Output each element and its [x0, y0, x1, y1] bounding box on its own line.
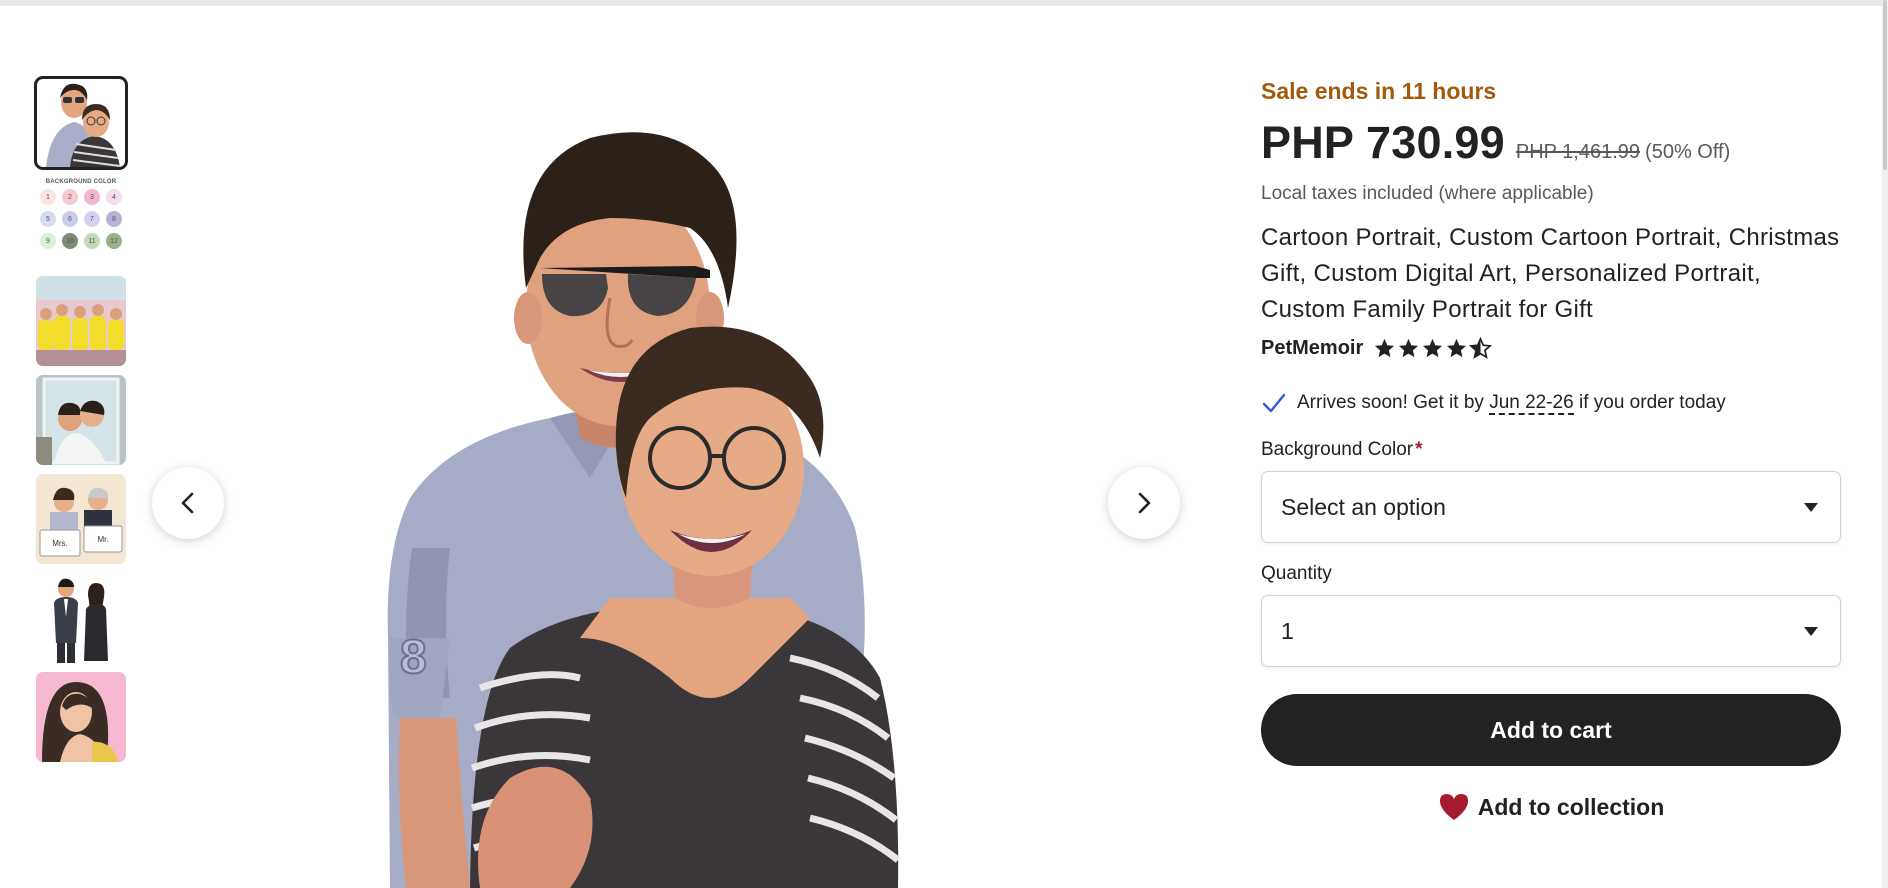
- caret-down-icon: [1804, 626, 1818, 636]
- svg-text:8: 8: [400, 631, 427, 684]
- thumb-pink-portrait[interactable]: [36, 672, 126, 762]
- star-icon: [1447, 338, 1467, 358]
- thumb-couple-portrait[interactable]: [34, 76, 128, 170]
- current-price: PHP 730.99: [1261, 117, 1505, 168]
- background-color-label: Background Color *: [1261, 439, 1841, 461]
- color-dot: 4: [106, 189, 122, 205]
- quantity-select[interactable]: 1: [1261, 595, 1841, 667]
- chevron-right-icon: [1138, 492, 1151, 514]
- heart-icon: [1439, 794, 1468, 820]
- star-icon: [1423, 338, 1443, 358]
- delivery-date-link[interactable]: Jun 22-26: [1489, 392, 1574, 415]
- background-label-text: Background Color: [1261, 439, 1414, 460]
- page-scrollbar[interactable]: [1882, 0, 1888, 888]
- background-color-title: BACKGROUND COLOR: [45, 179, 117, 185]
- top-border: [0, 0, 1888, 6]
- previous-image-button[interactable]: [152, 467, 224, 539]
- color-dot: 1: [40, 189, 56, 205]
- caret-down-icon: [1804, 502, 1818, 512]
- star-icon: [1375, 338, 1395, 358]
- delivery-prefix: Arrives soon! Get it by: [1297, 392, 1490, 413]
- svg-text:Mrs.: Mrs.: [52, 539, 68, 548]
- delivery-suffix: if you order today: [1573, 392, 1726, 413]
- checkmark-icon: [1262, 393, 1286, 413]
- color-dot: 2: [62, 189, 78, 205]
- shop-name-link[interactable]: PetMemoir: [1261, 337, 1363, 360]
- color-dot: 11: [84, 233, 100, 249]
- delivery-estimate: Arrives soon! Get it by Jun 22-26 if you…: [1261, 390, 1841, 416]
- color-dot-grid: 1 2 3 4 5 6 7 8 9 10 11 12: [40, 189, 122, 249]
- next-image-button[interactable]: [1108, 467, 1180, 539]
- thumb-group-yellow-shirts[interactable]: [36, 276, 126, 366]
- add-to-collection-label: Add to collection: [1477, 793, 1665, 820]
- color-dot: 5: [40, 211, 56, 227]
- color-dot: 3: [84, 189, 100, 205]
- sale-countdown: Sale ends in 11 hours: [1261, 78, 1497, 104]
- discount-label: (50% Off): [1645, 141, 1731, 163]
- color-dot: 6: [62, 211, 78, 227]
- color-dot: 8: [106, 211, 122, 227]
- add-to-collection-button[interactable]: Add to collection: [1261, 782, 1841, 832]
- scrollbar-thumb[interactable]: [1883, 0, 1887, 170]
- half-star-icon: [1469, 337, 1493, 359]
- color-dot: 12: [106, 233, 122, 249]
- star-icon: [1399, 338, 1419, 358]
- delivery-text: Arrives soon! Get it by Jun 22-26 if you…: [1297, 392, 1726, 415]
- add-to-cart-button[interactable]: Add to cart: [1261, 694, 1841, 766]
- price-row: PHP 730.99 PHP 1,461.99 (50% Off): [1261, 117, 1841, 169]
- color-dot: 7: [84, 211, 100, 227]
- star-rating[interactable]: [1373, 337, 1493, 360]
- thumb-background-color[interactable]: BACKGROUND COLOR 1 2 3 4 5 6 7 8 9 10 11 12: [36, 177, 126, 267]
- main-product-image: 8: [387, 132, 901, 888]
- main-image-viewer[interactable]: 8: [150, 78, 1200, 888]
- color-dot: 10: [62, 233, 78, 249]
- thumb-framed-couple[interactable]: [36, 375, 126, 465]
- required-marker: *: [1415, 439, 1423, 460]
- shop-row: PetMemoir: [1261, 337, 1841, 360]
- product-title: Cartoon Portrait, Custom Cartoon Portrai…: [1261, 224, 1840, 323]
- product-info-panel: Sale ends in 11 hours PHP 730.99 PHP 1,4…: [1261, 78, 1841, 832]
- background-color-select[interactable]: Select an option: [1261, 471, 1841, 543]
- tax-note: Local taxes included (where applicable): [1261, 183, 1594, 204]
- thumb-formal-couple[interactable]: [36, 573, 126, 663]
- background-select-value: Select an option: [1281, 493, 1446, 520]
- quantity-label: Quantity: [1261, 563, 1332, 584]
- quantity-value: 1: [1281, 617, 1294, 644]
- thumbnail-strip: BACKGROUND COLOR 1 2 3 4 5 6 7 8 9 10 11 12: [34, 76, 128, 771]
- color-dot: 9: [40, 233, 56, 249]
- thumb-mr-mrs-signs[interactable]: Mrs. Mr.: [36, 474, 126, 564]
- original-price: PHP 1,461.99: [1515, 141, 1641, 163]
- svg-text:Mr.: Mr.: [97, 535, 108, 544]
- chevron-left-icon: [181, 492, 194, 514]
